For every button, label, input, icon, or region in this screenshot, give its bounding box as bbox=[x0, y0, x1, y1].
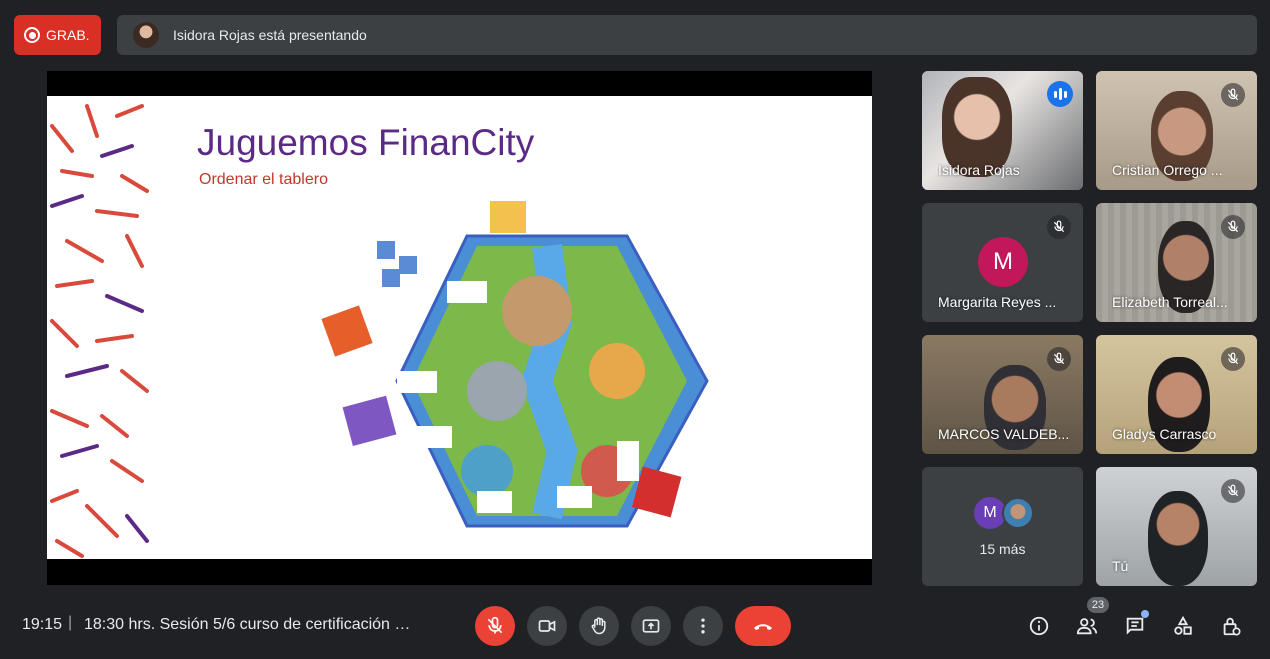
participant-name: Tú bbox=[1112, 558, 1129, 574]
presenter-avatar bbox=[133, 22, 159, 48]
end-call-icon bbox=[754, 624, 772, 630]
participant-tile[interactable]: Elizabeth Torreal... bbox=[1096, 203, 1257, 322]
clock: 19:15 bbox=[22, 616, 63, 633]
shared-screen: Juguemos FinanCity Ordenar el tablero bbox=[47, 71, 872, 585]
participant-name: Margarita Reyes ... bbox=[938, 294, 1057, 310]
raise-hand-icon bbox=[591, 617, 606, 635]
presenting-text: Isidora Rojas está presentando bbox=[173, 27, 367, 43]
more-vert-icon bbox=[701, 618, 705, 634]
participant-name: Elizabeth Torreal... bbox=[1112, 294, 1228, 310]
game-board-image bbox=[321, 201, 709, 528]
info-icon bbox=[1029, 616, 1049, 636]
mic-off-icon bbox=[487, 616, 503, 634]
confetti-decoration bbox=[50, 104, 149, 558]
chat-icon bbox=[1126, 617, 1144, 635]
mic-off-icon bbox=[1221, 215, 1245, 239]
camera-icon bbox=[538, 620, 556, 632]
record-icon bbox=[24, 27, 40, 43]
end-call-button[interactable] bbox=[735, 606, 791, 646]
slide-title: Juguemos FinanCity bbox=[197, 122, 535, 163]
participant-tile[interactable]: Isidora Rojas bbox=[922, 71, 1083, 190]
participant-tile[interactable]: M Margarita Reyes ... bbox=[922, 203, 1083, 322]
participant-name: Isidora Rojas bbox=[938, 162, 1020, 178]
recording-indicator[interactable]: GRAB. bbox=[14, 15, 101, 55]
recording-label: GRAB. bbox=[46, 27, 90, 43]
meeting-details-button[interactable] bbox=[1021, 608, 1057, 644]
participant-name: Gladys Carrasco bbox=[1112, 426, 1217, 442]
activities-button[interactable] bbox=[1165, 608, 1201, 644]
speaking-indicator-icon bbox=[1047, 81, 1073, 107]
mic-off-icon bbox=[1047, 215, 1071, 239]
activities-icon bbox=[1174, 615, 1192, 635]
host-controls-icon bbox=[1223, 617, 1241, 636]
people-icon bbox=[1076, 618, 1098, 635]
present-icon bbox=[642, 619, 660, 633]
control-bar: 19:15 | 18:30 hrs. Sesión 5/6 curso de c… bbox=[0, 597, 1270, 654]
participant-video-person bbox=[1148, 491, 1208, 586]
raise-hand-button[interactable] bbox=[579, 606, 619, 646]
people-button[interactable] bbox=[1069, 608, 1105, 644]
mic-toggle-button[interactable] bbox=[475, 606, 515, 646]
mic-off-icon bbox=[1221, 479, 1245, 503]
more-options-button[interactable] bbox=[683, 606, 723, 646]
more-participants-label: 15 más bbox=[979, 541, 1026, 557]
presenting-banner: Isidora Rojas está presentando bbox=[117, 15, 1257, 55]
more-participants-tile[interactable]: M 15 más bbox=[922, 467, 1083, 586]
participant-tile[interactable]: MARCOS VALDEB... bbox=[922, 335, 1083, 454]
presentation-slide: Juguemos FinanCity Ordenar el tablero bbox=[47, 96, 872, 559]
separator: | bbox=[68, 614, 73, 631]
meeting-title: 18:30 hrs. Sesión 5/6 curso de certifica… bbox=[84, 616, 414, 633]
camera-toggle-button[interactable] bbox=[527, 606, 567, 646]
mic-off-icon bbox=[1221, 347, 1245, 371]
participant-tile[interactable]: Gladys Carrasco bbox=[1096, 335, 1257, 454]
mic-off-icon bbox=[1221, 83, 1245, 107]
participant-name: MARCOS VALDEB... bbox=[938, 426, 1070, 442]
host-controls-button[interactable] bbox=[1213, 608, 1249, 644]
self-view-tile[interactable]: Tú bbox=[1096, 467, 1257, 586]
participant-count-badge: 23 bbox=[1087, 597, 1109, 613]
participant-name: Cristian Orrego ... bbox=[1112, 162, 1223, 178]
participant-avatar bbox=[1002, 497, 1034, 529]
mic-off-icon bbox=[1047, 347, 1071, 371]
participant-tile[interactable]: Cristian Orrego ... bbox=[1096, 71, 1257, 190]
new-message-dot bbox=[1141, 610, 1149, 618]
present-button[interactable] bbox=[631, 606, 671, 646]
slide-subtitle: Ordenar el tablero bbox=[199, 171, 328, 188]
chat-button[interactable] bbox=[1117, 608, 1153, 644]
participant-avatar: M bbox=[978, 237, 1028, 287]
